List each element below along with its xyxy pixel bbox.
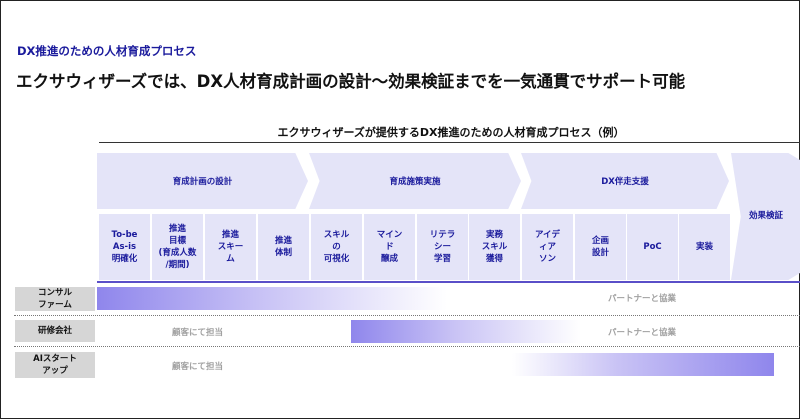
step-label: 実務 スキル 獲得 (481, 230, 508, 264)
rows-top-divider (97, 281, 800, 283)
step-label: 推進 体制 (274, 236, 292, 258)
step-box: To-be As-is 明確化 (99, 214, 150, 280)
step-box: 実務 スキル 獲得 (469, 214, 520, 280)
step-box: PoC (627, 214, 678, 280)
phase-chevron: 育成施策実施 (309, 153, 521, 209)
slide-subtitle: DX推進のための人材育成プロセス (17, 44, 197, 58)
step-box: 推進 体制 (258, 214, 309, 280)
row-label-ai-startup: AIスタート アップ (15, 352, 95, 378)
step-box: 実装 (679, 214, 730, 280)
row-note: 顧客にて担当 (172, 362, 224, 372)
step-label: スキル の 可視化 (323, 230, 350, 264)
row-separator (14, 346, 800, 347)
step-label: 推進 目標 (育成人数 /期間) (158, 224, 197, 270)
step-box: マイン ド 醸成 (364, 214, 415, 280)
title-underline (99, 142, 800, 143)
step-label: 推進 スキー ム (217, 230, 244, 264)
step-box: 推進 スキー ム (205, 214, 256, 280)
row-note: パートナーと協業 (608, 328, 677, 338)
step-label: To-be As-is 明確化 (111, 230, 138, 264)
row-note: 顧客にて担当 (172, 328, 224, 338)
row-label-consulting-firm: コンサル ファーム (15, 287, 95, 311)
step-label: マイン ド 醸成 (376, 230, 403, 264)
diagram-title: エクサウィザーズが提供するDX推進のための人材育成プロセス（例） (277, 126, 625, 139)
step-box: アイデ ィア ソン (522, 214, 573, 280)
coverage-bar (512, 353, 774, 376)
step-box: スキル の 可視化 (311, 214, 362, 280)
coverage-bar (351, 320, 581, 343)
slide-headline: エクサウィザーズでは、DX人材育成計画の設計〜効果検証までを一気通貫でサポート可… (16, 72, 686, 91)
step-label: 実装 (695, 242, 713, 252)
step-label: リテラ シー 学習 (429, 230, 456, 264)
phase-chevron: DX伴走支援 (521, 153, 729, 209)
step-box: 推進 目標 (育成人数 /期間) (152, 214, 203, 280)
phase-label: DX伴走支援 (601, 177, 649, 187)
phase-label: 育成計画の設計 (172, 177, 233, 187)
step-box: リテラ シー 学習 (417, 214, 468, 280)
row-separator (14, 315, 800, 316)
coverage-bar (97, 287, 447, 310)
row-label-training-company: 研修会社 (15, 320, 95, 342)
phase-label: 効果検証 (748, 211, 783, 221)
step-box: 企画 設計 (575, 214, 626, 280)
step-label: PoC (643, 242, 662, 252)
step-label: アイデ ィア ソン (534, 230, 561, 264)
row-note: パートナーと協業 (608, 294, 677, 304)
phase-label: 育成施策実施 (389, 177, 441, 187)
phase-chevron: 育成計画の設計 (97, 153, 308, 209)
step-label: 企画 設計 (591, 236, 609, 258)
